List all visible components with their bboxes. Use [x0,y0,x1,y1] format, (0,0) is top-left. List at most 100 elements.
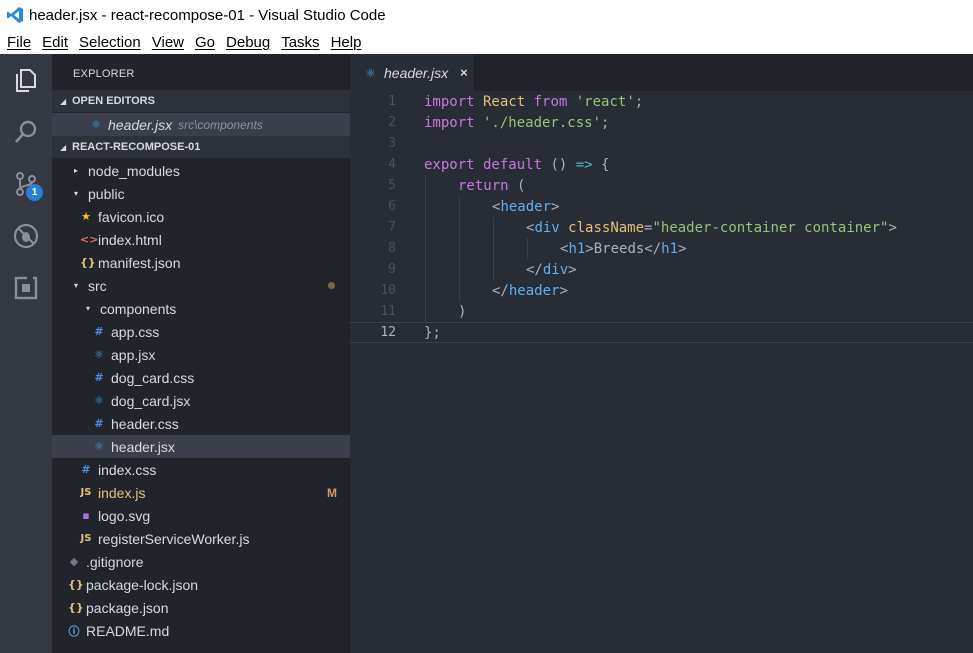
code-line-current: 12 }; [350,322,973,343]
extensions-icon[interactable] [0,264,52,312]
tree-file-index-js[interactable]: JS index.js M [52,481,350,504]
tree-file-header-css[interactable]: # header.css [52,412,350,435]
svg-file-icon: ▪ [82,509,90,522]
open-editors-section[interactable]: ◢ OPEN EDITORS [52,90,350,112]
project-section[interactable]: ◢ REACT-RECOMPOSE-01 [52,136,350,158]
react-file-icon: ⚛ [365,65,376,80]
tree-file-logo-svg[interactable]: ▪ logo.svg [52,504,350,527]
tree-folder-public[interactable]: ▾ public [52,182,350,205]
indent-guide [459,217,460,238]
indent-guide [493,217,494,238]
tree-item-label: logo.svg [98,507,151,524]
tree-file-package-lock[interactable]: {} package-lock.json [52,573,350,596]
chevron-right-icon: ▸ [73,166,78,175]
open-editor-item[interactable]: ⚛ header.jsx src\components [52,113,350,136]
indent-guide [425,301,426,322]
code-text: <header> [492,198,560,215]
activity-bar: 1 [0,54,52,653]
react-file-icon: ⚛ [91,118,101,131]
indent-guide [459,259,460,280]
line-number: 3 [388,136,396,151]
json-file-icon: {} [68,578,84,591]
tree-file-favicon[interactable]: ★ favicon.ico [52,205,350,228]
tree-file-readme[interactable]: ⓘ README.md [52,619,350,642]
json-file-icon: {} [80,256,96,269]
explorer-sidebar: EXPLORER ◢ OPEN EDITORS ⚛ header.jsx src… [52,54,350,653]
tree-item-label: registerServiceWorker.js [98,530,250,547]
tree-folder-src[interactable]: ▾ src [52,274,350,297]
tree-item-label: app.css [111,323,160,340]
explorer-icon[interactable] [0,56,52,104]
tab-label: header.jsx [384,64,449,81]
tree-item-label: package-lock.json [86,576,199,593]
code-text: export default () => { [424,156,610,173]
tree-item-label: public [88,185,125,202]
indent-guide [459,238,460,259]
line-number: 2 [388,115,396,130]
menu-debug[interactable]: Debug [226,34,270,51]
code-text: </div> [526,261,577,278]
code-line: 11 ) [350,301,973,322]
code-text: <div className="header-container contain… [526,219,897,236]
tree-folder-node-modules[interactable]: ▸ node_modules [52,159,350,182]
code-line: 6 <header> [350,196,973,217]
scm-badge: 1 [26,184,43,201]
chevron-down-icon: ◢ [60,96,67,106]
menu-tasks[interactable]: Tasks [281,34,319,51]
source-control-icon[interactable] [0,160,52,208]
tree-item-label: app.jsx [111,346,156,363]
line-number: 8 [388,241,396,256]
tree-file-manifest[interactable]: {} manifest.json [52,251,350,274]
code-editor[interactable]: 1 import React from 'react'; 2 import '.… [350,91,973,653]
code-line: 9 </div> [350,259,973,280]
indent-guide [493,238,494,259]
react-file-icon: ⚛ [94,440,104,453]
menu-go[interactable]: Go [195,34,215,51]
line-number: 10 [380,283,396,298]
chevron-down-icon: ▾ [73,281,78,290]
tree-item-label: index.js [98,484,146,501]
section-label: REACT-RECOMPOSE-01 [72,141,201,153]
css-file-icon: # [81,463,91,476]
code-line: 8 <h1>Breeds</h1> [350,238,973,259]
tree-file-index-html[interactable]: <> index.html [52,228,350,251]
tree-item-label: header.css [111,415,179,432]
tree-item-label: components [100,300,177,317]
tree-file-header-jsx[interactable]: ⚛ header.jsx [52,435,350,458]
code-text: ) [458,303,467,320]
close-icon[interactable]: × [460,65,468,80]
menu-help[interactable]: Help [331,34,362,51]
tree-file-package-json[interactable]: {} package.json [52,596,350,619]
chevron-down-icon: ▾ [85,304,90,313]
tree-folder-components[interactable]: ▾ components [52,297,350,320]
tab-header-jsx[interactable]: ⚛ header.jsx × [350,54,474,91]
tree-file-index-css[interactable]: # index.css [52,458,350,481]
search-icon[interactable] [0,108,52,156]
line-number: 12 [380,325,396,340]
tree-file-app-jsx[interactable]: ⚛ app.jsx [52,343,350,366]
json-file-icon: {} [68,601,84,614]
tree-item-label: favicon.ico [98,208,165,225]
tree-file-register-sw[interactable]: JS registerServiceWorker.js [52,527,350,550]
tree-item-label: src [88,277,107,294]
tree-item-label: README.md [86,622,170,639]
debug-icon[interactable] [0,212,52,260]
code-line: 1 import React from 'react'; [350,91,973,112]
menu-edit[interactable]: Edit [42,34,68,51]
code-line: 5 return ( [350,175,973,196]
indent-guide [425,175,426,196]
menu-selection[interactable]: Selection [79,34,141,51]
indent-guide [459,196,460,217]
menu-view[interactable]: View [152,34,184,51]
git-file-icon: ◆ [69,555,79,568]
tree-item-label: dog_card.css [111,369,195,386]
js-file-icon: JS [80,533,92,544]
tree-file-dog-card-css[interactable]: # dog_card.css [52,366,350,389]
code-text: import './header.css'; [424,114,610,131]
modified-dot-icon [328,282,335,289]
menu-file[interactable]: File [7,34,31,51]
tree-file-app-css[interactable]: # app.css [52,320,350,343]
tree-file-dog-card-jsx[interactable]: ⚛ dog_card.jsx [52,389,350,412]
tree-file-gitignore[interactable]: ◆ .gitignore [52,550,350,573]
indent-guide [459,280,460,301]
